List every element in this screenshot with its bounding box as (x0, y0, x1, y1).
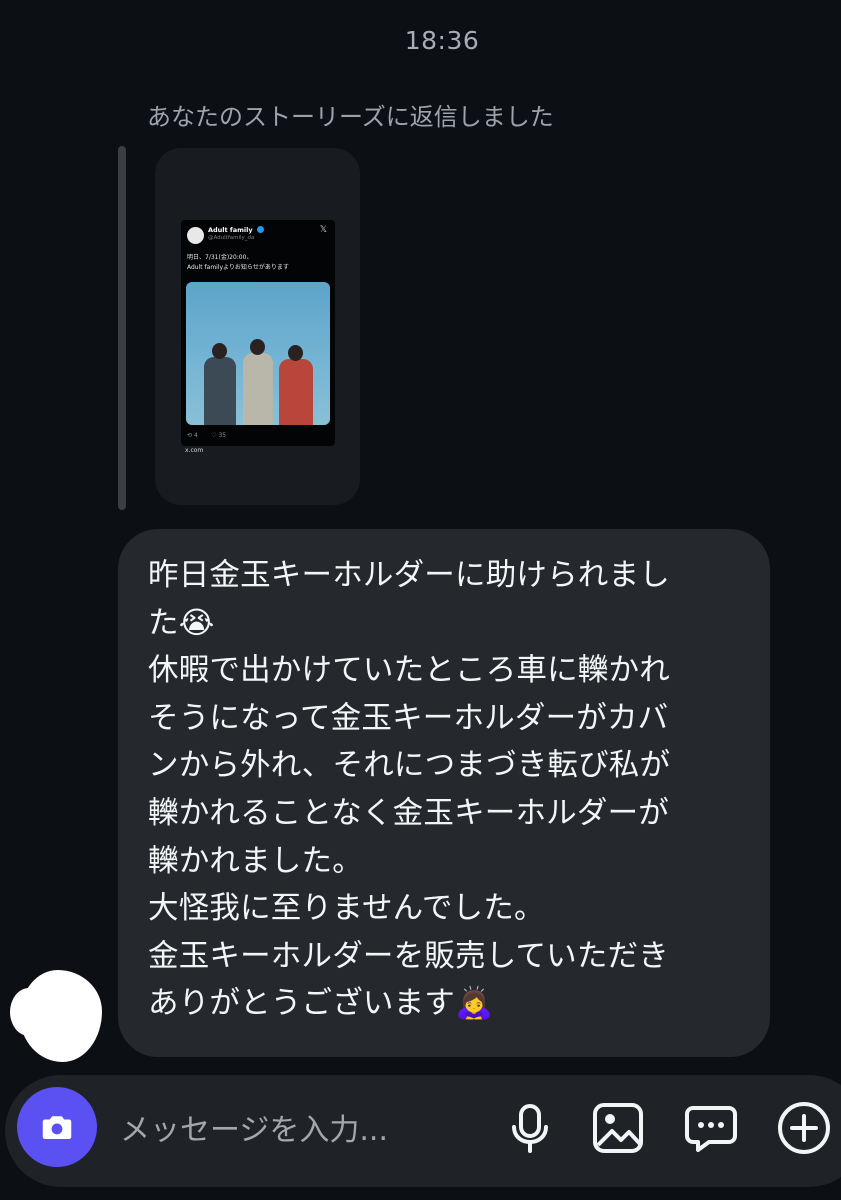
reply-indicator-bar (118, 146, 126, 510)
tweet-author-handle: @Adultfamily_da (208, 235, 255, 241)
tweet-photo (186, 282, 330, 425)
photo-person-head (212, 343, 227, 359)
message-line: 金玉キーホルダーを販売していただき (148, 938, 669, 974)
tweet-author-name: Adult family (208, 226, 253, 234)
tweet-avatar (187, 227, 204, 244)
camera-button[interactable] (17, 1087, 97, 1167)
retweet-icon: ⟲ (187, 432, 193, 439)
tweet-text-line: 明日、7/31(金)20:00、 (187, 254, 253, 261)
plus-icon[interactable] (776, 1100, 832, 1156)
verified-badge-icon (257, 226, 264, 233)
story-reply-label: あなたのストーリーズに返信しました (147, 103, 554, 131)
sticker-icon[interactable] (683, 1100, 739, 1156)
tweet-domain: x.com (185, 447, 204, 454)
message-line: そうになって金玉キーホルダーがカバ (148, 700, 669, 736)
photo-person-head (250, 339, 265, 355)
camera-icon (42, 1116, 72, 1139)
like-count: 35 (218, 432, 227, 439)
gallery-icon[interactable] (590, 1100, 646, 1156)
message-line: ンから外れ、それにつまづき転び私が (148, 748, 671, 784)
photo-person (204, 357, 236, 425)
retweet-count: 4 (193, 432, 198, 439)
tweet-text-line: Adult familyよりお知らせがあります (187, 264, 289, 271)
x-logo-icon: 𝕏 (319, 225, 327, 235)
photo-person (243, 353, 273, 425)
message-line: 轢かれることなく金玉キーホルダーが (148, 795, 669, 831)
message-line: た😭 (148, 605, 215, 641)
message-line: 轢かれました。 (148, 843, 363, 879)
message-line: ありがとうございます🙇‍♀️ (148, 986, 494, 1022)
message-line: 昨日金玉キーホルダーに助けられまし (148, 558, 670, 593)
message-text: 昨日金玉キーホルダーに助けられまし た😭 休暇で出かけていたところ車に轢かれ そ… (148, 552, 758, 1028)
tweet-text: 明日、7/31(金)20:00、 Adult familyよりお知らせがあります (187, 253, 289, 273)
message-input[interactable]: メッセージを入力... (120, 1105, 388, 1149)
message-line: 休暇で出かけていたところ車に轢かれ (148, 653, 670, 689)
tweet-card: Adult family @Adultfamily_da 𝕏 明日、7/31(金… (181, 220, 335, 446)
photo-person-head (288, 345, 303, 361)
sender-avatar[interactable] (10, 970, 102, 1062)
message-line: 大怪我に至りませんでした。 (148, 891, 545, 927)
story-preview[interactable]: Adult family @Adultfamily_da 𝕏 明日、7/31(金… (155, 148, 360, 505)
tweet-stats: ⟲ 4 ♡ 35 (187, 432, 226, 439)
message-timestamp: 18:36 (404, 26, 480, 55)
heart-icon: ♡ (211, 432, 217, 439)
photo-person (279, 359, 313, 425)
microphone-icon[interactable] (502, 1100, 558, 1156)
